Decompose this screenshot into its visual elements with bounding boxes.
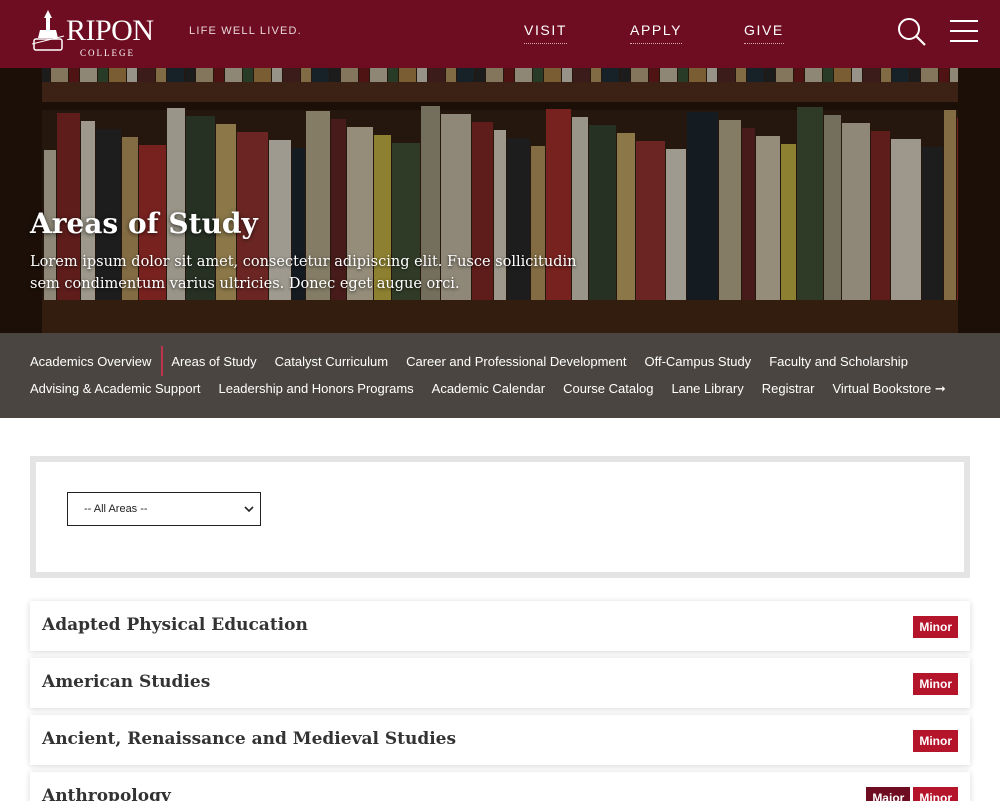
- area-item[interactable]: Anthropology Major Minor: [30, 772, 970, 801]
- nav-visit-link[interactable]: VISIT: [524, 22, 568, 44]
- subnav-lane-library[interactable]: Lane Library: [671, 381, 743, 397]
- area-badges: Minor: [913, 616, 958, 638]
- area-name: Adapted Physical Education: [42, 615, 308, 635]
- major-badge[interactable]: Major: [866, 787, 911, 801]
- subnav-course-catalog[interactable]: Course Catalog: [563, 381, 653, 397]
- area-badges: Major Minor: [866, 787, 958, 801]
- subnav-registrar[interactable]: Registrar: [762, 381, 815, 397]
- subnav-academics-overview[interactable]: Academics Overview: [30, 354, 151, 370]
- area-filter-select[interactable]: -- All Areas --: [67, 492, 261, 526]
- area-item[interactable]: Adapted Physical Education Minor: [30, 601, 970, 651]
- area-name: American Studies: [42, 672, 211, 692]
- chevron-down-icon: [244, 506, 254, 513]
- subnav-leadership-honors[interactable]: Leadership and Honors Programs: [219, 381, 414, 397]
- minor-badge[interactable]: Minor: [913, 673, 958, 695]
- nav-apply-link[interactable]: APPLY: [630, 22, 683, 44]
- hamburger-menu-icon: [950, 30, 978, 32]
- area-badges: Minor: [913, 673, 958, 695]
- subnav-off-campus-study[interactable]: Off-Campus Study: [644, 354, 751, 370]
- page-title: Areas of Study: [30, 207, 258, 240]
- subnav-areas-of-study[interactable]: Areas of Study: [161, 346, 257, 376]
- hamburger-menu-icon: [950, 20, 978, 22]
- logo-subtitle: COLLEGE: [80, 48, 135, 58]
- hero-description: Lorem ipsum dolor sit amet, consectetur …: [30, 254, 577, 292]
- subnav-advising-support[interactable]: Advising & Academic Support: [30, 381, 201, 397]
- subnav-catalyst-curriculum[interactable]: Catalyst Curriculum: [275, 354, 388, 370]
- area-filter-value: -- All Areas --: [84, 503, 148, 515]
- tagline: LIFE WELL LIVED.: [189, 25, 302, 37]
- area-name: Anthropology: [42, 786, 171, 801]
- area-item[interactable]: American Studies Minor: [30, 658, 970, 708]
- nav-give-link[interactable]: GIVE: [744, 22, 784, 44]
- subnav-virtual-bookstore[interactable]: Virtual Bookstore ➞: [832, 381, 945, 397]
- area-badges: Minor: [913, 730, 958, 752]
- subnav-career-development[interactable]: Career and Professional Development: [406, 354, 626, 370]
- minor-badge[interactable]: Minor: [913, 730, 958, 752]
- site-header: RIPON COLLEGE LIFE WELL LIVED. VISIT APP…: [0, 0, 1000, 68]
- ripon-college-logo[interactable]: RIPON COLLEGE: [30, 8, 154, 58]
- logo-seal-icon: [31, 10, 65, 51]
- area-item[interactable]: Ancient, Renaissance and Medieval Studie…: [30, 715, 970, 765]
- minor-badge[interactable]: Minor: [913, 787, 958, 801]
- logo-wordmark: RIPON: [66, 14, 154, 47]
- hamburger-menu-icon: [950, 40, 978, 42]
- filter-panel: -- All Areas --: [30, 456, 970, 578]
- search-button[interactable]: [896, 16, 928, 48]
- subnav-row: Academics Overview Areas of Study Cataly…: [30, 346, 926, 376]
- subnav-faculty-scholarship[interactable]: Faculty and Scholarship: [769, 354, 908, 370]
- subnav-academic-calendar[interactable]: Academic Calendar: [432, 381, 545, 397]
- hamburger-menu-button[interactable]: [950, 19, 978, 43]
- hero-banner: Areas of Study Lorem ipsum dolor sit ame…: [0, 68, 1000, 333]
- search-icon: [898, 18, 926, 46]
- academics-subnav: Academics Overview Areas of Study Cataly…: [0, 333, 1000, 418]
- minor-badge[interactable]: Minor: [913, 616, 958, 638]
- area-name: Ancient, Renaissance and Medieval Studie…: [42, 729, 457, 749]
- subnav-row: Advising & Academic Support Leadership a…: [30, 381, 964, 397]
